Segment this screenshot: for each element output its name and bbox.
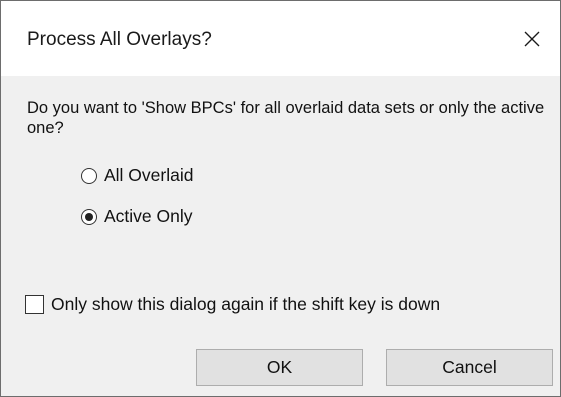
question-text: Do you want to 'Show BPCs' for all overl…: [27, 99, 545, 137]
cancel-button[interactable]: Cancel: [386, 349, 553, 386]
dialog-title: Process All Overlays?: [27, 29, 212, 50]
shift-key-checkbox-row[interactable]: Only show this dialog again if the shift…: [25, 294, 440, 315]
process-all-overlays-dialog: Process All Overlays? Do you want to 'Sh…: [0, 0, 561, 397]
radio-button-selected-icon[interactable]: [81, 208, 97, 225]
radio-button-icon[interactable]: [81, 167, 97, 184]
radio-active-only[interactable]: Active Only: [81, 206, 193, 227]
shift-key-checkbox[interactable]: [25, 295, 44, 314]
radio-selected-dot: [85, 212, 93, 221]
close-button[interactable]: [504, 13, 560, 65]
ok-button[interactable]: OK: [196, 349, 363, 386]
close-icon: [524, 31, 540, 47]
title-bar: Process All Overlays?: [1, 1, 560, 76]
radio-all-overlaid[interactable]: All Overlaid: [81, 165, 193, 186]
radio-label-active-only: Active Only: [104, 206, 193, 226]
radio-label-all-overlaid: All Overlaid: [104, 165, 194, 185]
shift-key-checkbox-label: Only show this dialog again if the shift…: [51, 294, 441, 314]
